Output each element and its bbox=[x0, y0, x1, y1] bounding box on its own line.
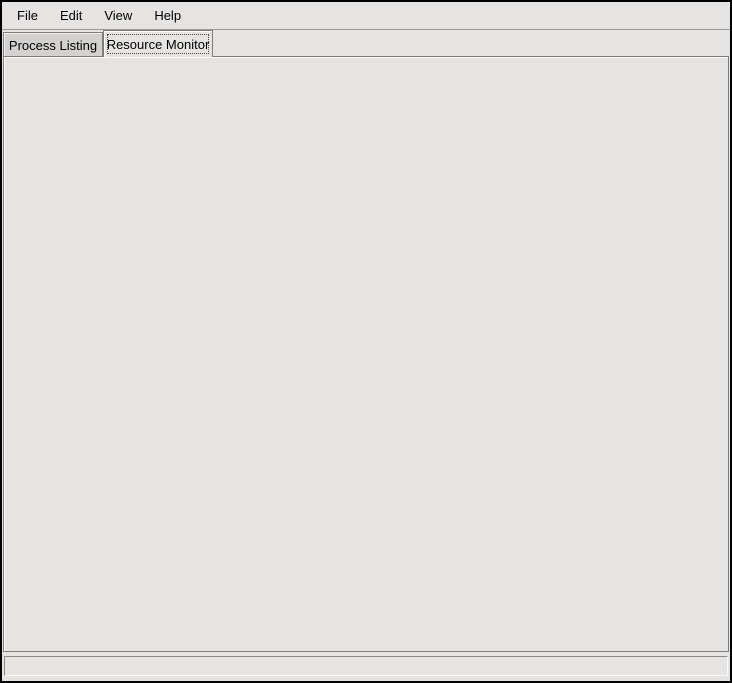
focus-outline bbox=[107, 34, 209, 54]
menu-file[interactable]: File bbox=[6, 2, 49, 29]
tab-label: Process Listing bbox=[9, 38, 97, 53]
tab-process-listing[interactable]: Process Listing bbox=[3, 32, 103, 57]
tab-resource-monitor[interactable]: Resource Monitor bbox=[103, 30, 213, 57]
app-window: File Edit View Help Process Listing Reso… bbox=[0, 0, 732, 683]
menu-edit[interactable]: Edit bbox=[49, 2, 93, 29]
menubar: File Edit View Help bbox=[2, 2, 730, 30]
resource-monitor-page bbox=[3, 56, 729, 652]
status-bar bbox=[4, 656, 728, 676]
menu-view[interactable]: View bbox=[93, 2, 143, 29]
menu-help[interactable]: Help bbox=[143, 2, 192, 29]
